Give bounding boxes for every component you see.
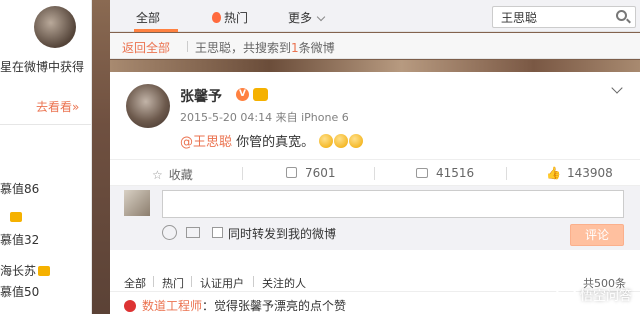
rank-value: 慕值86 (0, 182, 40, 196)
thumbs-up-icon: 👍 (546, 166, 561, 180)
comment-icon (416, 168, 428, 178)
user-avatar[interactable] (126, 84, 170, 128)
share-icon (286, 167, 297, 178)
result-summary: 王思聪，共搜索到1条微博 (195, 39, 335, 56)
crown-icon-row (8, 210, 22, 224)
star-icon: ☆ (152, 168, 163, 182)
submit-comment-button[interactable]: 评论 (570, 224, 624, 246)
repost-count: 7601 (305, 166, 336, 180)
background-photo (110, 60, 640, 72)
divider (374, 167, 375, 180)
comment-user[interactable]: 数道工程师 (142, 299, 202, 313)
sidebar-description: 星在微博中获得 (0, 60, 85, 74)
divider (242, 167, 243, 180)
emoji-icon (334, 134, 349, 148)
like-button[interactable]: 👍 143908 (546, 166, 613, 180)
vip-crown-icon (253, 88, 268, 101)
left-sidebar: 星在微博中获得 去看看» 慕值86 慕值32 海长苏 慕值50 (0, 0, 92, 314)
comment-button[interactable]: 41516 (416, 166, 474, 180)
watermark-text: 悟空问答 (579, 289, 632, 304)
tab-bar: 全部 热门 更多 (110, 0, 640, 32)
comment-composer: 同时转发到我的微博 评论 (110, 186, 640, 250)
favorite-button[interactable]: ☆ 收藏 (152, 166, 193, 183)
chevron-down-icon[interactable] (611, 82, 623, 94)
repost-checkbox-label: 同时转发到我的微博 (228, 227, 337, 241)
avatar[interactable] (124, 300, 136, 312)
avatar (124, 190, 150, 216)
avatar[interactable] (34, 6, 76, 48)
filter-all[interactable]: 全部 (124, 275, 146, 291)
list-item: 数道工程师：觉得张馨予漂亮的点个赞 (124, 297, 346, 314)
search-box (492, 6, 636, 28)
filter-verified[interactable]: 认证用户 (200, 275, 244, 291)
crown-icon (10, 212, 22, 222)
see-more-link[interactable]: 去看看» (36, 98, 79, 115)
smiley-icon[interactable] (162, 225, 177, 240)
rank-item[interactable]: 海长苏 (0, 262, 51, 279)
image-icon[interactable] (186, 227, 200, 238)
main-column: 全部 热门 更多 返回全部 王思聪，共搜索到1条微博 张馨予 V 2015-5-… (96, 0, 640, 314)
wukong-logo-icon (555, 284, 576, 304)
tab-all[interactable]: 全部 (136, 9, 160, 26)
search-input[interactable] (493, 7, 611, 27)
favorite-label: 收藏 (168, 168, 193, 182)
comment-input[interactable] (162, 190, 624, 218)
tab-hot[interactable]: 热门 (212, 9, 248, 26)
verified-badge: V (236, 88, 249, 101)
post-text: @王思聪 你管的真宽。 (180, 131, 364, 150)
post-meta: 2015-5-20 04:14 来自 iPhone 6 (180, 111, 349, 124)
divider (506, 167, 507, 180)
search-icon[interactable] (616, 10, 627, 21)
fire-icon (212, 12, 221, 23)
comment-text: ：觉得张馨予漂亮的点个赞 (202, 299, 347, 313)
repost-button[interactable]: 7601 (286, 166, 336, 180)
mention-link[interactable]: @王思聪 (180, 135, 232, 150)
tab-more-label: 更多 (288, 11, 313, 25)
divider (191, 276, 192, 287)
active-tab-indicator (134, 29, 178, 32)
divider (0, 124, 91, 125)
result-prefix: 王思聪，共搜索到 (195, 41, 292, 55)
divider (187, 41, 188, 52)
emoji-icon (349, 134, 364, 148)
filter-following[interactable]: 关注的人 (262, 275, 306, 291)
weibo-post-card: 张馨予 V 2015-5-20 04:14 来自 iPhone 6 @王思聪 你… (110, 72, 640, 314)
divider (153, 276, 154, 287)
result-suffix: 条微博 (298, 41, 335, 55)
repost-checkbox[interactable] (212, 227, 223, 238)
tab-hot-label: 热门 (224, 11, 249, 25)
divider (253, 276, 254, 287)
comment-count: 41516 (436, 166, 475, 180)
back-to-all-link[interactable]: 返回全部 (122, 39, 170, 56)
like-count: 143908 (566, 166, 613, 180)
rank-value: 慕值50 (0, 285, 40, 299)
chevron-down-icon (316, 12, 326, 22)
emoji-icon (319, 134, 334, 148)
tab-more[interactable]: 更多 (288, 9, 326, 26)
search-result-bar: 返回全部 王思聪，共搜索到1条微博 (110, 33, 640, 59)
watermark: 悟空问答 (555, 280, 632, 304)
post-body: 你管的真宽。 (232, 135, 315, 150)
post-action-bar: ☆ 收藏 7601 41516 👍 143908 (110, 159, 640, 186)
crown-icon (38, 266, 51, 276)
user-name[interactable]: 张馨予 (180, 86, 222, 106)
rank-value: 慕值32 (0, 233, 40, 247)
filter-hot[interactable]: 热门 (162, 275, 184, 291)
result-count: 1 (291, 41, 299, 55)
rank-name: 海长苏 (0, 264, 37, 278)
